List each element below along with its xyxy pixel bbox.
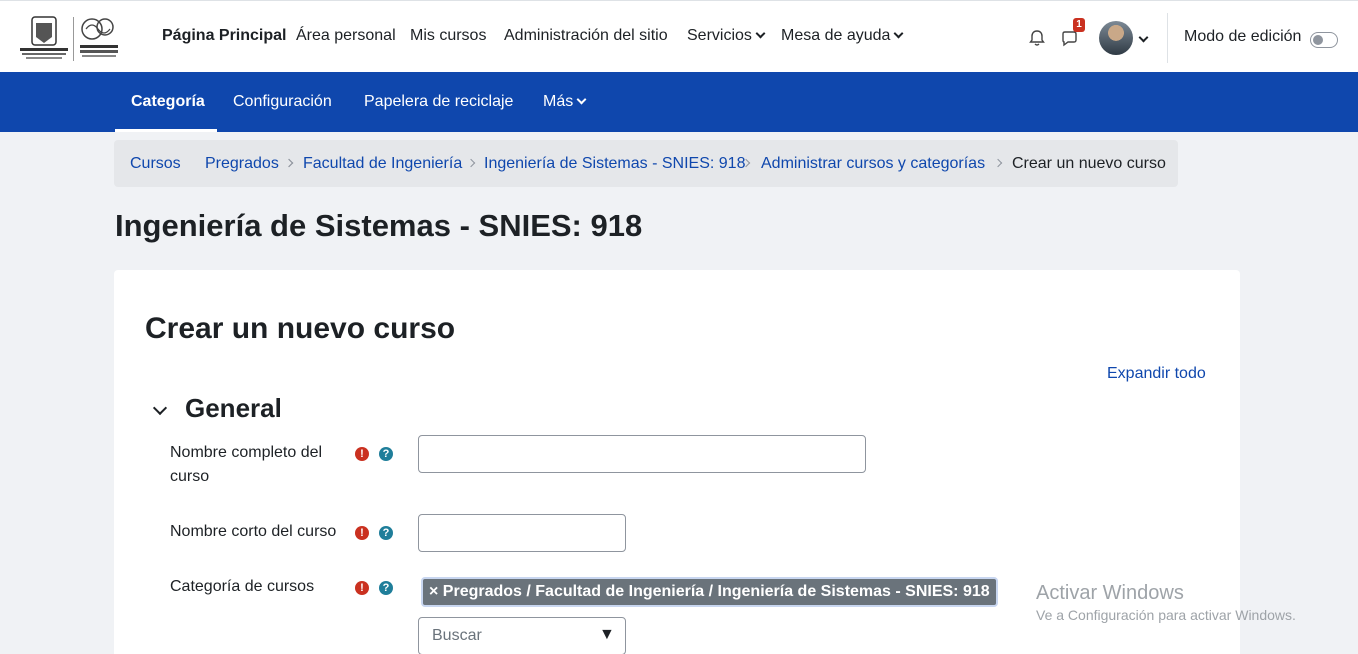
fullname-label: Nombre completo del curso <box>170 444 323 485</box>
shortname-input[interactable] <box>418 514 626 552</box>
required-icon: ! <box>355 581 369 595</box>
chat-icon[interactable] <box>1060 30 1079 48</box>
dropdown-arrow-icon: ▼ <box>599 626 615 643</box>
breadcrumb-current: Crear un nuevo curso <box>1012 155 1166 172</box>
chevron-down-icon <box>893 28 904 39</box>
breadcrumb-courses[interactable]: Cursos <box>130 155 181 173</box>
pantic-logo[interactable] <box>76 15 122 63</box>
required-icon: ! <box>355 526 369 540</box>
shortname-label: Nombre corto del curso <box>170 523 337 540</box>
university-logo[interactable] <box>18 15 70 63</box>
bell-icon[interactable] <box>1028 29 1046 47</box>
breadcrumb-undergrad[interactable]: Pregrados <box>205 155 279 173</box>
breadcrumb-separator-icon <box>284 158 294 168</box>
active-tab-indicator <box>115 129 217 132</box>
nav-site-admin[interactable]: Administración del sitio <box>504 27 668 45</box>
chevron-down-icon <box>755 28 766 39</box>
nav-my-courses[interactable]: Mis cursos <box>410 27 486 45</box>
section-general-title[interactable]: General <box>185 393 282 424</box>
tab-recycle-bin[interactable]: Papelera de reciclaje <box>364 93 513 111</box>
edit-mode-label: Modo de edición <box>1184 28 1302 45</box>
required-icon: ! <box>355 447 369 461</box>
breadcrumb-separator-icon <box>993 158 1003 168</box>
form-title: Crear un nuevo curso <box>145 312 456 345</box>
page-title: Ingeniería de Sistemas - SNIES: 918 <box>115 208 643 243</box>
nav-services[interactable]: Servicios <box>687 27 766 45</box>
nav-services-label: Servicios <box>687 27 752 44</box>
selected-category-tag[interactable]: × Pregrados / Facultad de Ingeniería / I… <box>421 577 998 607</box>
windows-activation-title: Activar Windows <box>1036 582 1184 604</box>
tab-more[interactable]: Más <box>543 93 587 111</box>
secondary-navbar: Categoría Configuración Papelera de reci… <box>0 72 1358 132</box>
divider <box>1167 13 1168 63</box>
category-label: Categoría de cursos <box>170 578 315 595</box>
top-navbar: Página Principal Área personal Mis curso… <box>0 0 1358 72</box>
avatar[interactable] <box>1099 21 1133 55</box>
breadcrumb-program[interactable]: Ingeniería de Sistemas - SNIES: 918 <box>484 155 745 173</box>
tab-category[interactable]: Categoría <box>131 93 205 111</box>
help-icon[interactable]: ? <box>379 581 393 595</box>
chevron-down-icon <box>576 94 587 105</box>
nav-home[interactable]: Página Principal <box>162 27 286 45</box>
tab-more-label: Más <box>543 93 574 110</box>
help-icon[interactable]: ? <box>379 447 393 461</box>
notification-badge: 1 <box>1073 18 1085 32</box>
expand-all-link[interactable]: Expandir todo <box>1107 365 1206 383</box>
chevron-down-icon[interactable] <box>1138 32 1149 43</box>
nav-help-desk-label: Mesa de ayuda <box>781 27 891 44</box>
breadcrumb-separator-icon <box>466 158 476 168</box>
category-search-select[interactable]: Buscar ▼ <box>418 617 626 654</box>
breadcrumb-faculty[interactable]: Facultad de Ingeniería <box>303 155 462 173</box>
nav-help-desk[interactable]: Mesa de ayuda <box>781 27 904 45</box>
breadcrumb-manage[interactable]: Administrar cursos y categorías <box>761 155 985 173</box>
category-search-placeholder: Buscar <box>432 627 482 644</box>
fullname-input[interactable] <box>418 435 866 473</box>
tab-settings[interactable]: Configuración <box>233 93 332 111</box>
breadcrumb: Cursos Pregrados Facultad de Ingeniería … <box>114 140 1178 187</box>
edit-mode-toggle[interactable] <box>1310 32 1338 48</box>
help-icon[interactable]: ? <box>379 526 393 540</box>
logo-separator <box>73 17 74 61</box>
nav-personal-area[interactable]: Área personal <box>296 27 396 45</box>
windows-activation-subtitle: Ve a Configuración para activar Windows. <box>1036 607 1296 623</box>
